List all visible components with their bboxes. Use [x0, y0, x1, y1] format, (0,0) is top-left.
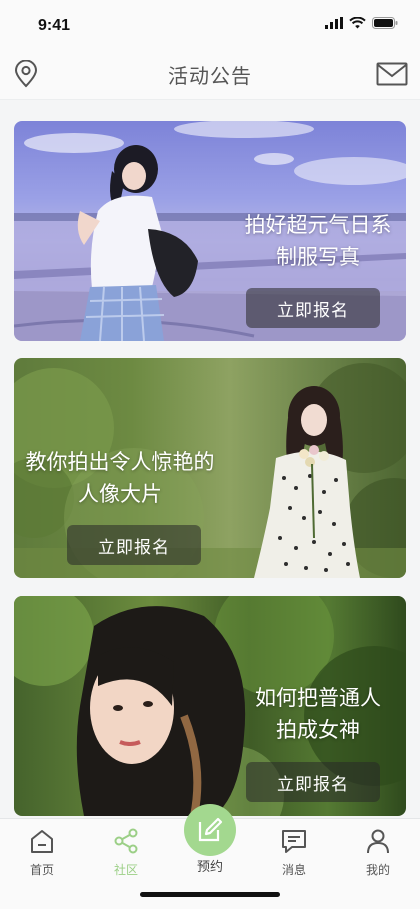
- share-icon: [114, 828, 138, 854]
- tab-booking-button[interactable]: [184, 804, 236, 856]
- card-2-title: 教你拍出令人惊艳的 人像大片: [20, 446, 220, 510]
- tab-profile-label: 我的: [365, 863, 390, 877]
- card-1-title-line-2: 制服写真: [276, 245, 360, 269]
- user-icon: [367, 829, 389, 854]
- card-3-title-line-2: 拍成女神: [276, 718, 360, 742]
- tab-booking-label: 预约: [196, 860, 223, 875]
- tab-home-label: 首页: [29, 863, 54, 877]
- card-2-signup-button[interactable]: 立即报名: [67, 525, 201, 565]
- home-icon: [31, 830, 53, 853]
- card-1-title-line-1: 拍好超元气日系: [244, 213, 392, 237]
- activity-card-3[interactable]: 如何把普通人 拍成女神 立即报名: [14, 596, 406, 816]
- message-icon: [282, 830, 306, 853]
- card-2-title-line-2: 人像大片: [78, 482, 162, 506]
- card-1-signup-button[interactable]: 立即报名: [246, 288, 380, 328]
- card-3-title-line-1: 如何把普通人: [255, 686, 381, 710]
- edit-icon: [198, 817, 223, 842]
- mail-icon[interactable]: [376, 62, 408, 86]
- tab-community[interactable]: 社区: [96, 827, 156, 878]
- tab-community-label: 社区: [113, 863, 138, 877]
- status-icons: [325, 17, 398, 29]
- battery-icon: [372, 17, 398, 29]
- card-3-signup-button[interactable]: 立即报名: [246, 762, 380, 802]
- page-title: 活动公告: [168, 64, 252, 88]
- card-3-title: 如何把普通人 拍成女神: [230, 682, 406, 746]
- tab-home[interactable]: 首页: [12, 827, 72, 878]
- tab-messages-label: 消息: [281, 863, 306, 877]
- tab-messages[interactable]: 消息: [264, 827, 324, 878]
- nav-bar: 活动公告: [0, 48, 420, 100]
- home-indicator: [140, 892, 280, 897]
- activity-card-1[interactable]: 拍好超元气日系 制服写真 立即报名: [14, 121, 406, 341]
- status-bar: 9:41: [0, 0, 420, 48]
- card-1-title: 拍好超元气日系 制服写真: [230, 209, 406, 273]
- activity-card-2[interactable]: 教你拍出令人惊艳的 人像大片 立即报名: [14, 358, 406, 578]
- card-2-title-line-1: 教你拍出令人惊艳的: [25, 450, 215, 474]
- tab-profile[interactable]: 我的: [348, 827, 408, 878]
- status-time: 9:41: [38, 17, 71, 34]
- wifi-icon: [349, 17, 366, 29]
- cellular-signal-icon: [325, 17, 343, 29]
